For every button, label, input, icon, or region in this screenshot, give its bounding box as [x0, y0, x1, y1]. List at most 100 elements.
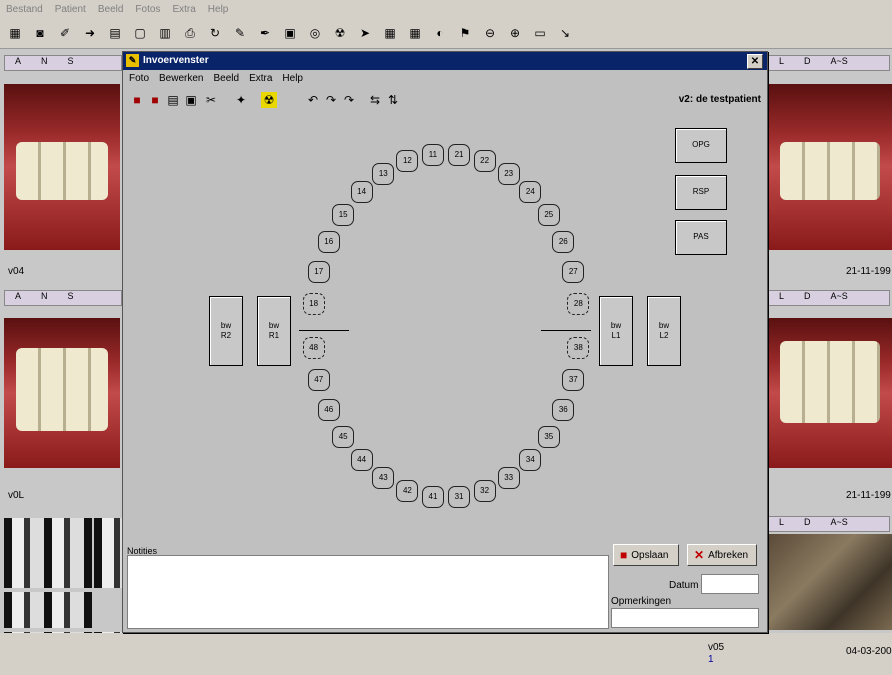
tooth-18[interactable]: 18: [302, 292, 325, 315]
redo2-icon[interactable]: ↷: [341, 92, 357, 108]
redo-icon[interactable]: ↷: [323, 92, 339, 108]
tooth-24[interactable]: 24: [519, 180, 542, 203]
brush-icon[interactable]: ✎: [231, 24, 249, 42]
copy-icon[interactable]: ▣: [183, 92, 199, 108]
save-icon[interactable]: ■: [147, 92, 163, 108]
pointer-icon[interactable]: ➤: [356, 24, 374, 42]
paint-icon[interactable]: ✐: [56, 24, 74, 42]
tooth-21[interactable]: 21: [448, 143, 471, 166]
new-icon[interactable]: ■: [129, 92, 145, 108]
tooth-47[interactable]: 47: [307, 369, 330, 392]
menu-item-fotos[interactable]: Fotos: [135, 4, 160, 15]
pas-button[interactable]: PAS: [675, 220, 727, 255]
monitor-icon[interactable]: ▭: [531, 24, 549, 42]
xray-thumb-1[interactable]: [4, 518, 92, 588]
tooth-11[interactable]: 11: [421, 143, 444, 166]
camera-icon[interactable]: ◙: [31, 24, 49, 42]
settings-icon[interactable]: ✦: [233, 92, 249, 108]
tooth-32[interactable]: 32: [473, 479, 496, 502]
opg-button[interactable]: OPG: [675, 128, 727, 163]
pen-icon[interactable]: ✒: [256, 24, 274, 42]
cut-icon[interactable]: ✂: [203, 92, 219, 108]
tooth-25[interactable]: 25: [537, 203, 560, 226]
arrow-icon[interactable]: ➜: [81, 24, 99, 42]
tooth-34[interactable]: 34: [519, 449, 542, 472]
menu-item-extra[interactable]: Extra: [172, 4, 195, 15]
target-icon[interactable]: ◎: [306, 24, 324, 42]
menu-item-beeld[interactable]: Beeld: [98, 4, 124, 15]
document-icon[interactable]: ▢: [131, 24, 149, 42]
tooth-16[interactable]: 16: [317, 230, 340, 253]
tooth-46[interactable]: 46: [317, 399, 340, 422]
bitewing-l1-button[interactable]: bw L1: [599, 296, 633, 366]
left-mid-photo[interactable]: [4, 318, 120, 468]
tiles-icon[interactable]: ▦: [381, 24, 399, 42]
left-top-photo[interactable]: [4, 84, 120, 250]
scan-icon[interactable]: ▦: [6, 24, 24, 42]
zoom-out-icon[interactable]: ⊖: [481, 24, 499, 42]
menu-item-help[interactable]: Help: [208, 4, 229, 15]
contrast-icon[interactable]: ◐: [431, 24, 449, 42]
radiation-icon[interactable]: ☢: [261, 92, 277, 108]
bitewing-l2-button[interactable]: bw L2: [647, 296, 681, 366]
undo-icon[interactable]: ↶: [305, 92, 321, 108]
tooth-41[interactable]: 41: [421, 486, 444, 509]
tooth-14[interactable]: 14: [350, 180, 373, 203]
dialog-menu-item-beeld[interactable]: Beeld: [213, 73, 239, 84]
rsp-button[interactable]: RSP: [675, 175, 727, 210]
cancel-button[interactable]: ✕ Afbreken: [687, 544, 757, 566]
tooth-43[interactable]: 43: [372, 467, 395, 490]
tooth-38[interactable]: 38: [567, 337, 590, 360]
tooth-15[interactable]: 15: [332, 203, 355, 226]
grid-icon[interactable]: ▥: [156, 24, 174, 42]
tooth-36[interactable]: 36: [552, 399, 575, 422]
xray-thumb-3[interactable]: [4, 592, 92, 628]
flip-h-icon[interactable]: ⇆: [367, 92, 383, 108]
tooth-22[interactable]: 22: [473, 150, 496, 173]
dialog-menu-item-extra[interactable]: Extra: [249, 73, 272, 84]
menu-item-bestand[interactable]: Bestand: [6, 4, 43, 15]
tooth-26[interactable]: 26: [552, 230, 575, 253]
tooth-17[interactable]: 17: [307, 260, 330, 283]
tooth-42[interactable]: 42: [396, 479, 419, 502]
image-icon[interactable]: ▣: [281, 24, 299, 42]
tooth-28[interactable]: 28: [567, 292, 590, 315]
bitewing-r2-button[interactable]: bw R2: [209, 296, 243, 366]
tooth-31[interactable]: 31: [448, 486, 471, 509]
right-top-photo[interactable]: [768, 84, 892, 250]
tooth-45[interactable]: 45: [332, 426, 355, 449]
notes-textarea[interactable]: [127, 555, 609, 629]
dialog-menu-item-bewerken[interactable]: Bewerken: [159, 73, 203, 84]
tooth-27[interactable]: 27: [562, 260, 585, 283]
right-bottom-photo[interactable]: [768, 534, 892, 630]
save-button[interactable]: ■ Opslaan: [613, 544, 679, 566]
close-icon[interactable]: ✕: [747, 54, 763, 69]
dialog-menu-item-foto[interactable]: Foto: [129, 73, 149, 84]
date-field[interactable]: [701, 574, 759, 594]
radiation-icon[interactable]: ☢: [331, 24, 349, 42]
tooth-37[interactable]: 37: [562, 369, 585, 392]
tiles2-icon[interactable]: ▦: [406, 24, 424, 42]
dialog-menu-item-help[interactable]: Help: [282, 73, 303, 84]
open-icon[interactable]: ▤: [165, 92, 181, 108]
folder-icon[interactable]: ▤: [106, 24, 124, 42]
tooth-13[interactable]: 13: [372, 162, 395, 185]
tooth-12[interactable]: 12: [396, 150, 419, 173]
tooth-23[interactable]: 23: [497, 162, 520, 185]
exit-icon[interactable]: ↘: [556, 24, 574, 42]
zoom-in-icon[interactable]: ⊕: [506, 24, 524, 42]
tooth-44[interactable]: 44: [350, 449, 373, 472]
print-icon[interactable]: ⎙: [181, 24, 199, 42]
tooth-35[interactable]: 35: [537, 426, 560, 449]
tooth-33[interactable]: 33: [497, 467, 520, 490]
refresh-icon[interactable]: ↻: [206, 24, 224, 42]
tooth-48[interactable]: 48: [302, 337, 325, 360]
remarks-field[interactable]: [611, 608, 759, 628]
bitewing-r1-button[interactable]: bw R1: [257, 296, 291, 366]
menu-item-patient[interactable]: Patient: [55, 4, 86, 15]
flag-icon[interactable]: ⚑: [456, 24, 474, 42]
flip-v-icon[interactable]: ⇅: [385, 92, 401, 108]
main-menubar: Bestand Patient Beeld Fotos Extra Help: [0, 0, 892, 20]
xray-thumb-2[interactable]: [94, 518, 122, 588]
right-mid-photo[interactable]: [768, 318, 892, 468]
